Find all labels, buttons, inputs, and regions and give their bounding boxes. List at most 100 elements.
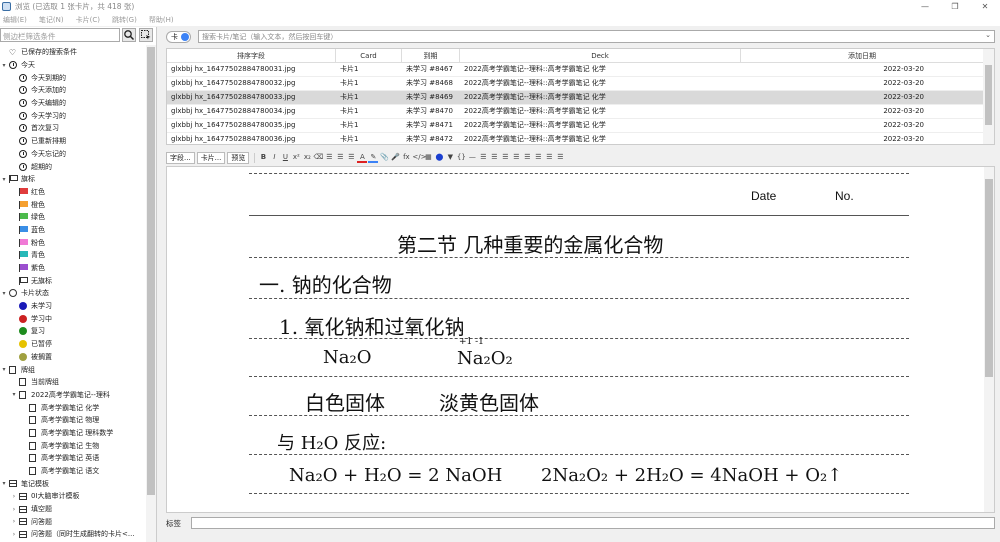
sidebar-item[interactable]: 高考学霸笔记 化学 xyxy=(0,401,146,414)
sidebar-item[interactable]: ▾ 卡片状态 xyxy=(0,287,146,300)
sidebar-item[interactable]: 红色 xyxy=(0,186,146,199)
table-scrollbar[interactable] xyxy=(983,49,994,144)
sidebar-item[interactable]: 青色 xyxy=(0,249,146,262)
braces-icon[interactable]: {} xyxy=(456,152,466,163)
sidebar-item[interactable]: ▾ 旗标 xyxy=(0,173,146,186)
record-icon[interactable]: 🎤 xyxy=(390,152,400,163)
sidebar-item[interactable]: 今天忘记的 xyxy=(0,148,146,161)
menu-edit[interactable]: 编辑(E) xyxy=(3,15,27,25)
more-icon[interactable]: ☰ xyxy=(555,152,565,163)
superscript-icon[interactable]: x² xyxy=(291,152,301,163)
sidebar-item[interactable]: ♡ 已保存的搜索条件 xyxy=(0,46,146,59)
table-row[interactable]: glxbbj hx_16477502884780032.jpg 卡片1 未学习 #8… xyxy=(167,77,984,91)
sidebar-item[interactable]: 学习中 xyxy=(0,312,146,325)
sidebar-item[interactable]: 已重新排期 xyxy=(0,135,146,148)
formula-icon[interactable]: fx xyxy=(401,152,411,163)
sidebar-item[interactable]: ▾ 牌组 xyxy=(0,363,146,376)
bullet-list-icon[interactable]: ☰ xyxy=(324,152,334,163)
sidebar-item[interactable]: 被搁置 xyxy=(0,351,146,364)
preview-button[interactable]: 预览 xyxy=(227,151,250,164)
minimize-button[interactable]: — xyxy=(910,0,940,13)
align-left-icon[interactable]: ☰ xyxy=(511,152,521,163)
circle-fill-icon[interactable]: ⬤ xyxy=(434,152,444,163)
italic-icon[interactable]: I xyxy=(269,152,279,163)
attach-icon[interactable]: 📎 xyxy=(379,152,389,163)
table-scroll-thumb[interactable] xyxy=(985,65,992,125)
expand-arrow-icon[interactable]: ▾ xyxy=(0,62,8,69)
sidebar-item[interactable]: 今天到期的 xyxy=(0,71,146,84)
sidebar-item[interactable]: 橙色 xyxy=(0,198,146,211)
sidebar-item[interactable]: › 0I大脑审计模板 xyxy=(0,490,146,503)
expand-arrow-icon[interactable]: › xyxy=(10,506,18,513)
sidebar-item[interactable]: › 问答题（同时生成翻转的卡片<... xyxy=(0,528,146,541)
html-editor-icon[interactable]: </> xyxy=(412,152,426,163)
sidebar-item[interactable]: 蓝色 xyxy=(0,224,146,237)
list-icon[interactable]: ☰ xyxy=(500,152,510,163)
align-center-icon[interactable]: ☰ xyxy=(522,152,532,163)
column-sort-field[interactable]: 排序字段 xyxy=(167,49,336,62)
maximize-button[interactable]: ❐ xyxy=(940,0,970,13)
triangle-icon[interactable]: ▼ xyxy=(445,152,455,163)
close-button[interactable]: ✕ xyxy=(970,0,1000,13)
editor-scrollbar[interactable] xyxy=(984,167,994,512)
sidebar-item[interactable]: 未学习 xyxy=(0,300,146,313)
sidebar-item[interactable]: 高考学霸笔记 语文 xyxy=(0,465,146,478)
align-icon[interactable]: ☰ xyxy=(346,152,356,163)
column-card[interactable]: Card xyxy=(336,49,402,62)
table-row[interactable]: glxbbj hx_16477502884780034.jpg 卡片1 未学习 #8… xyxy=(167,105,984,119)
outdent-icon[interactable]: ☰ xyxy=(489,152,499,163)
search-input[interactable]: 搜索卡片/笔记（输入文本，然后按回车键） ⌄ xyxy=(198,30,995,43)
sidebar-item[interactable]: 当前牌组 xyxy=(0,376,146,389)
sidebar-item[interactable]: 复习 xyxy=(0,325,146,338)
expand-arrow-icon[interactable]: ▾ xyxy=(0,176,8,183)
expand-arrow-icon[interactable]: ▾ xyxy=(0,480,8,487)
expand-arrow-icon[interactable]: ▾ xyxy=(10,391,18,398)
sidebar-item[interactable]: 已暂停 xyxy=(0,338,146,351)
sidebar-item[interactable]: 今天学习的 xyxy=(0,109,146,122)
expand-arrow-icon[interactable]: › xyxy=(10,493,18,500)
expand-arrow-icon[interactable]: ▾ xyxy=(0,290,8,297)
table-row[interactable]: glxbbj hx_16477502884780036.jpg 卡片1 未学习 #8… xyxy=(167,133,984,144)
menu-go[interactable]: 跳转(G) xyxy=(112,15,137,25)
sidebar-item[interactable]: 高考学霸笔记 生物 xyxy=(0,439,146,452)
sidebar-item[interactable]: 超期的 xyxy=(0,160,146,173)
column-deck[interactable]: Deck xyxy=(460,49,741,62)
menu-notes[interactable]: 笔记(N) xyxy=(39,15,64,25)
align-right-icon[interactable]: ☰ xyxy=(533,152,543,163)
table-row[interactable]: glxbbj hx_16477502884780035.jpg 卡片1 未学习 #8… xyxy=(167,119,984,133)
sidebar-scroll-thumb[interactable] xyxy=(147,47,155,495)
table-row[interactable]: glxbbj hx_16477502884780031.jpg 卡片1 未学习 #8… xyxy=(167,63,984,77)
sidebar-search-button[interactable] xyxy=(122,28,136,42)
sidebar-item[interactable]: 首次复习 xyxy=(0,122,146,135)
sidebar-tool-button[interactable] xyxy=(139,28,153,42)
expand-arrow-icon[interactable]: ▾ xyxy=(0,366,8,373)
cards-button[interactable]: 卡片... xyxy=(196,151,226,164)
table-icon[interactable]: ▦ xyxy=(423,152,433,163)
expand-arrow-icon[interactable]: › xyxy=(10,518,18,525)
fields-button[interactable]: 字段... xyxy=(166,151,195,164)
column-created[interactable]: 添加日期 xyxy=(741,49,984,62)
subscript-icon[interactable]: x₂ xyxy=(302,152,312,163)
numbered-list-icon[interactable]: ☰ xyxy=(335,152,345,163)
sidebar-item[interactable]: ▾ 今天 xyxy=(0,59,146,72)
sidebar-item[interactable]: 高考学霸笔记 英语 xyxy=(0,452,146,465)
sidebar-item[interactable]: 高考学霸笔记 理科数学 xyxy=(0,427,146,440)
hr-icon[interactable]: — xyxy=(467,152,477,163)
sidebar-item[interactable]: ▾ 笔记模板 xyxy=(0,477,146,490)
highlight-icon[interactable]: ✎ xyxy=(368,152,379,163)
column-due[interactable]: 到期 xyxy=(402,49,460,62)
sidebar-item[interactable]: › 问答题 xyxy=(0,515,146,528)
note-editor[interactable]: Date No. 第二节 几种重要的金属化合物 一. 钠的化合物 1. 氧化钠和… xyxy=(166,166,995,513)
sidebar-item[interactable]: › 填空题 xyxy=(0,503,146,516)
sidebar-item[interactable]: 无旗标 xyxy=(0,274,146,287)
sidebar-item[interactable]: 今天添加的 xyxy=(0,84,146,97)
editor-scroll-thumb[interactable] xyxy=(985,179,993,377)
clear-format-icon[interactable]: ⌫ xyxy=(313,152,323,163)
expand-arrow-icon[interactable]: › xyxy=(10,531,18,538)
indent-icon[interactable]: ☰ xyxy=(478,152,488,163)
sidebar-item[interactable]: 粉色 xyxy=(0,236,146,249)
table-row[interactable]: glxbbj hx_16477502884780033.jpg 卡片1 未学习 #8… xyxy=(167,91,984,105)
underline-icon[interactable]: U xyxy=(280,152,290,163)
sidebar-search-input[interactable]: 侧边栏筛选条件 xyxy=(0,28,120,42)
menu-help[interactable]: 帮助(H) xyxy=(149,15,174,25)
